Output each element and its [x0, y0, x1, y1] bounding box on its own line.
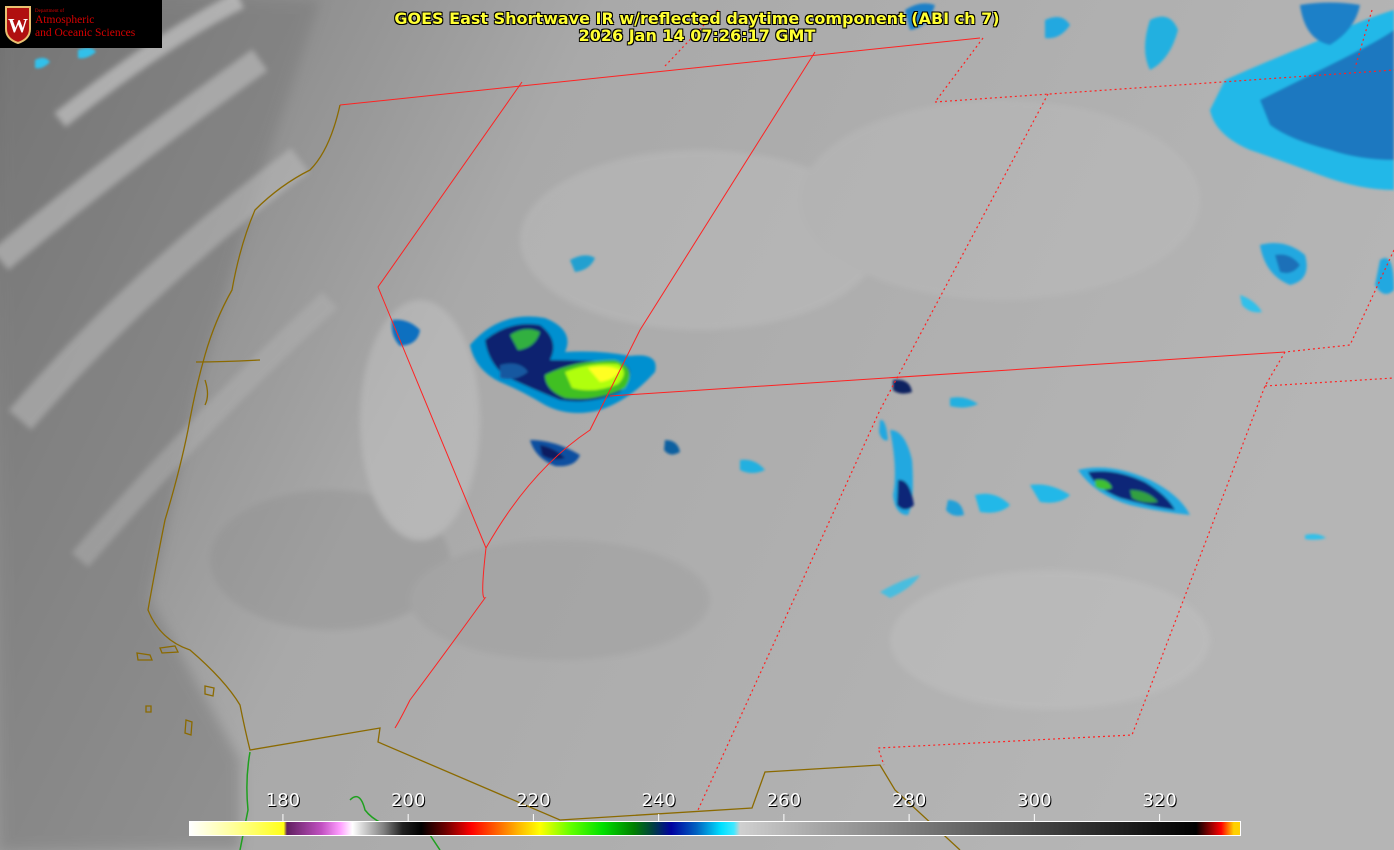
colorbar-ticks: [282, 814, 1161, 821]
colorbar-tick-label: 280: [891, 790, 927, 811]
colorbar-tick-label: 260: [766, 790, 802, 811]
colorbar-tick-label: 240: [641, 790, 676, 811]
colorbar-tick-label: 320: [1142, 790, 1177, 811]
colorbar-tick-label: 220: [516, 790, 551, 811]
image-title: GOES East Shortwave IR w/reflected dayti…: [394, 9, 1000, 28]
colorbar-tick-label: 180: [265, 790, 301, 811]
colorbar-tick-label: 300: [1017, 790, 1052, 811]
colorbar-tick-label: 200: [390, 790, 426, 811]
satellite-map: [0, 0, 1394, 850]
image-timestamp: 2026 Jan 14 07:26:17 GMT: [578, 26, 816, 45]
